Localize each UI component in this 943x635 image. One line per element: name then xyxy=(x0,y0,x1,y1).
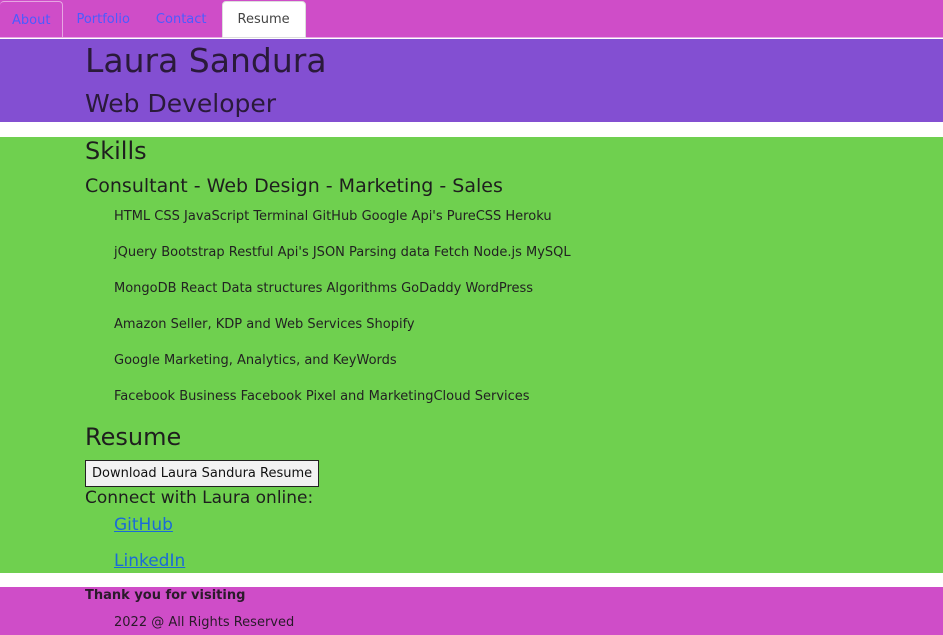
main-content: Skills Consultant - Web Design - Marketi… xyxy=(0,137,943,573)
github-link[interactable]: GitHub xyxy=(114,515,173,535)
footer-copyright: 2022 @ All Rights Reserved xyxy=(114,615,295,630)
list-item: jQuery Bootstrap Restful Api's JSON Pars… xyxy=(114,245,571,260)
list-item: Facebook Business Facebook Pixel and Mar… xyxy=(114,389,530,404)
header-banner: Laura Sandura Web Developer xyxy=(0,39,943,122)
tab-portfolio[interactable]: Portfolio xyxy=(63,1,142,38)
page-title: Laura Sandura xyxy=(85,41,327,80)
linkedin-link[interactable]: LinkedIn xyxy=(114,551,185,571)
resume-heading: Resume xyxy=(85,423,182,451)
nav-tabs: About Portfolio Contact Resume xyxy=(0,0,943,38)
tab-contact[interactable]: Contact xyxy=(143,1,220,38)
skills-list: HTML CSS JavaScript Terminal GitHub Goog… xyxy=(114,209,571,425)
tab-about[interactable]: About xyxy=(0,1,64,38)
page-subtitle: Web Developer xyxy=(85,89,277,118)
top-navbar: About Portfolio Contact Resume xyxy=(0,0,943,38)
download-resume-button[interactable]: Download Laura Sandura Resume xyxy=(85,460,320,487)
skills-heading: Skills xyxy=(85,137,147,165)
skills-subheading: Consultant - Web Design - Marketing - Sa… xyxy=(85,175,503,197)
footer: Thank you for visiting 2022 @ All Rights… xyxy=(0,587,943,635)
connect-heading: Connect with Laura online: xyxy=(85,488,314,508)
list-item: MongoDB React Data structures Algorithms… xyxy=(114,281,534,296)
list-item: Google Marketing, Analytics, and KeyWord… xyxy=(114,353,397,368)
tab-resume[interactable]: Resume xyxy=(221,1,306,38)
list-item: HTML CSS JavaScript Terminal GitHub Goog… xyxy=(114,209,552,224)
footer-thanks: Thank you for visiting xyxy=(85,588,246,603)
list-item: Amazon Seller, KDP and Web Services Shop… xyxy=(114,317,415,332)
